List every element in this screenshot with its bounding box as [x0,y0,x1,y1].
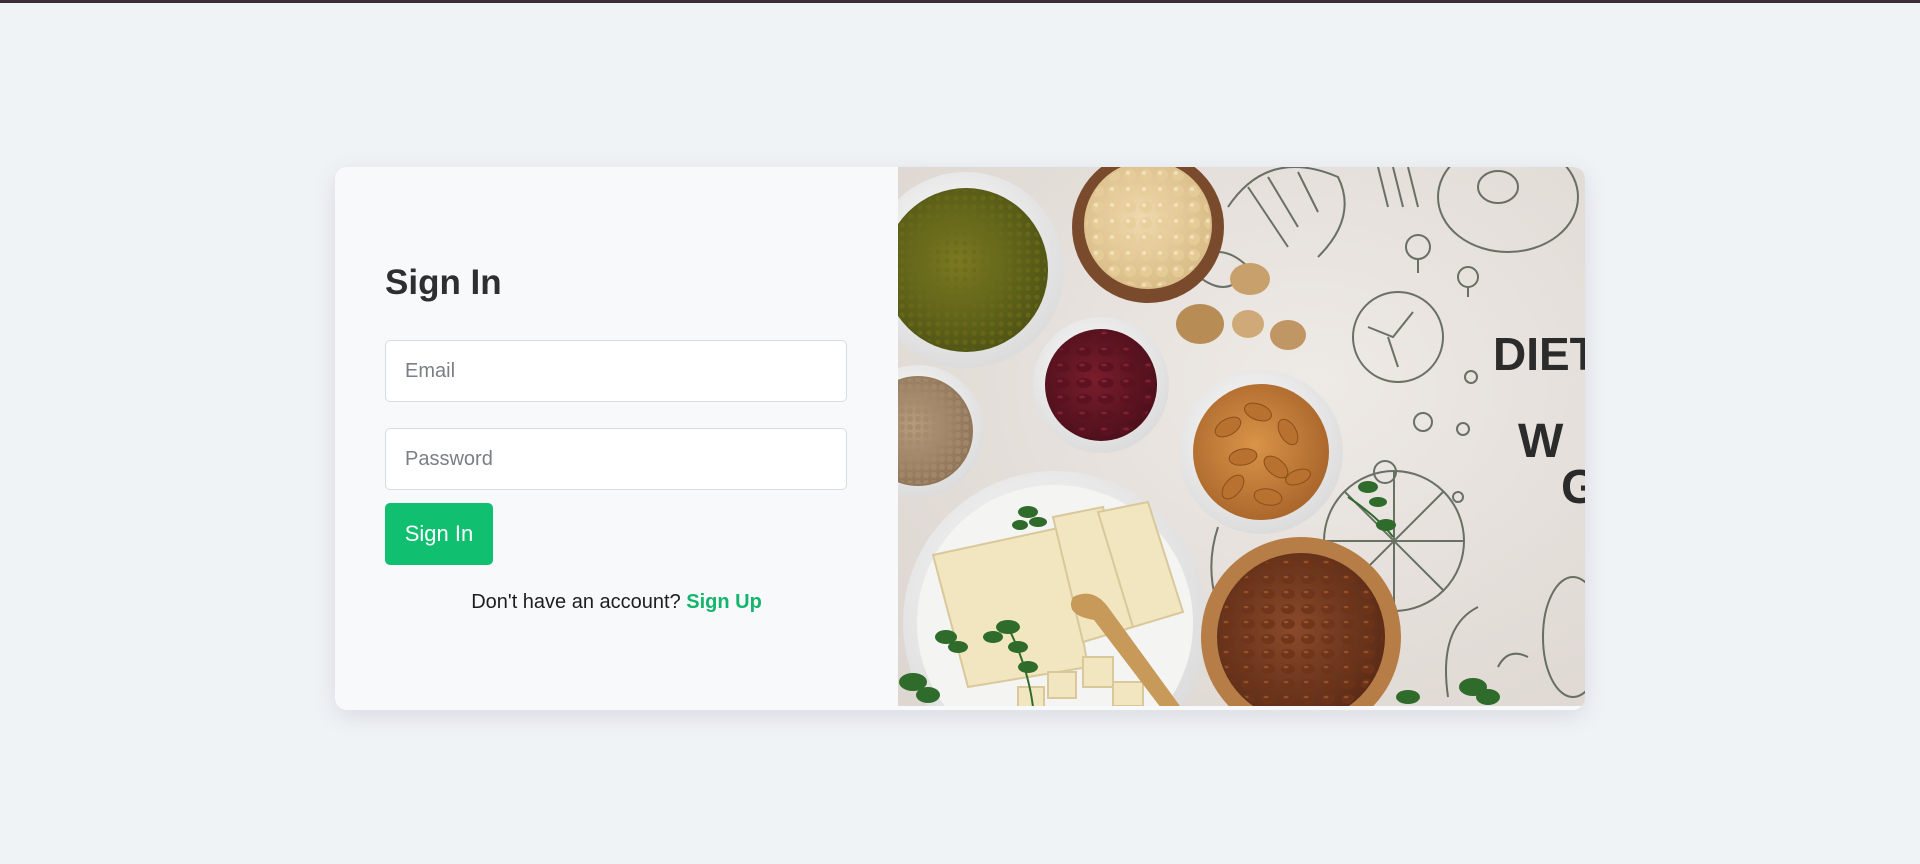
signin-form: Sign In Sign In Don't have an account? S… [335,167,898,710]
signup-prompt: Don't have an account? Sign Up [335,591,898,614]
banner-line-3: G [1561,461,1585,514]
account-prompt-text: Don't have an account? [471,591,687,613]
sign-up-link[interactable]: Sign Up [686,591,762,613]
email-field[interactable] [385,340,847,402]
top-bar [0,0,1920,3]
page-title: Sign In [385,263,502,302]
sign-in-button[interactable]: Sign In [385,503,493,565]
banner-line-2: W [1518,415,1564,468]
banner-line-1: DIET [1493,328,1585,380]
signin-card: Sign In Sign In Don't have an account? S… [335,167,1585,710]
food-hero-image: DIET W G [898,167,1585,706]
password-field[interactable] [385,428,847,490]
